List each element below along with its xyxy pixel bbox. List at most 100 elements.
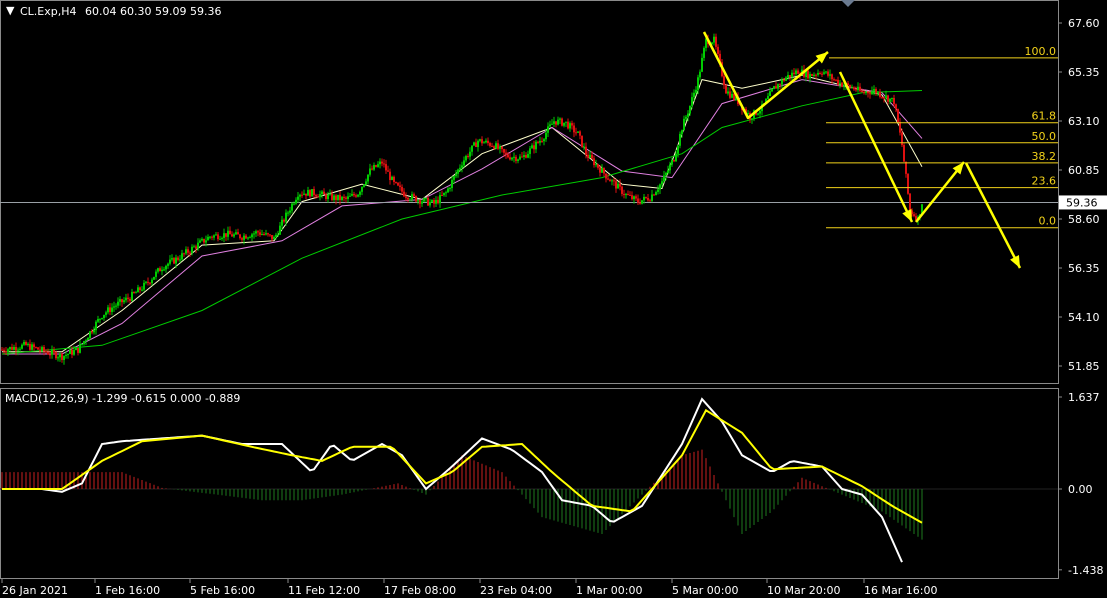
candle-body	[57, 357, 59, 359]
candle-body	[415, 195, 417, 202]
candle-body	[127, 297, 129, 299]
candle-body	[99, 318, 101, 320]
candle-body	[859, 86, 861, 91]
candle-body	[327, 194, 329, 199]
candle-body	[639, 202, 641, 204]
candle-body	[647, 197, 649, 201]
candle-body	[151, 279, 153, 284]
candle-body	[497, 143, 499, 149]
candle-body	[17, 349, 19, 351]
candle-body	[363, 184, 365, 187]
candle-body	[779, 84, 781, 86]
candle-body	[207, 236, 209, 241]
price-tick-label: 56.35	[1068, 262, 1100, 275]
candle-body	[613, 180, 615, 182]
time-tick-label: 17 Feb 08:00	[384, 584, 456, 597]
candle-body	[251, 234, 253, 238]
candle-body	[189, 252, 191, 254]
candle-body	[887, 95, 889, 102]
candle-body	[345, 197, 347, 199]
candle-body	[213, 235, 215, 238]
candle-body	[821, 73, 823, 75]
candle-body	[223, 233, 225, 238]
ohlc-values: 60.04 60.30 59.09 59.36	[85, 5, 221, 18]
macd-pane[interactable]	[0, 388, 1059, 579]
candle-body	[321, 191, 323, 195]
candle-body	[545, 132, 547, 140]
candle-body	[391, 176, 393, 180]
candle-body	[561, 118, 563, 126]
candle-body	[855, 89, 857, 91]
candle-body	[185, 249, 187, 254]
candle-body	[483, 142, 485, 144]
candle-body	[25, 341, 27, 345]
candle-body	[441, 195, 443, 197]
candle-body	[759, 111, 761, 114]
candle-body	[853, 87, 855, 90]
menu-arrow-icon[interactable]: ▼	[6, 4, 15, 17]
candle-body	[547, 126, 549, 133]
candle-body	[393, 176, 395, 182]
candle-body	[877, 91, 879, 94]
candle-body	[725, 85, 727, 94]
candle-body	[445, 192, 447, 194]
candle-body	[81, 343, 83, 345]
candle-body	[785, 77, 787, 81]
candle-body	[325, 194, 327, 199]
candle-body	[905, 161, 907, 174]
candle-body	[669, 164, 671, 171]
candle-body	[259, 232, 261, 235]
candle-body	[83, 341, 85, 344]
price-tick-label: 60.85	[1068, 164, 1100, 177]
candle-body	[353, 193, 355, 196]
candle-body	[677, 145, 679, 154]
candle-body	[571, 123, 573, 126]
candle-body	[829, 74, 831, 76]
candle-body	[665, 172, 667, 176]
candle-body	[3, 349, 5, 352]
candle-body	[229, 230, 231, 235]
candle-body	[71, 349, 73, 355]
candle-body	[9, 347, 11, 350]
candle-body	[813, 74, 815, 77]
candle-body	[503, 149, 505, 153]
candle-body	[1, 349, 3, 351]
candle-body	[481, 139, 483, 144]
trading-chart[interactable]: 100.0 61.8 50.0 38.2 23.6 0.0 67.60 65.35 63.10…	[0, 0, 1107, 598]
candle-body	[565, 121, 567, 123]
candle-body	[427, 197, 429, 206]
candle-body	[809, 74, 811, 79]
candle-body	[843, 85, 845, 87]
candle-body	[253, 233, 255, 235]
candle-body	[411, 194, 413, 200]
candle-body	[135, 292, 137, 294]
current-price-label: 59.36	[1066, 196, 1098, 209]
candle-body	[85, 340, 87, 342]
candle-body	[557, 119, 559, 125]
candle-body	[201, 238, 203, 241]
candle-body	[657, 189, 659, 192]
fib-level-label: 0.0	[1039, 215, 1057, 228]
candle-body	[579, 131, 581, 136]
candle-body	[349, 195, 351, 197]
candle-body	[531, 145, 533, 149]
candle-body	[449, 187, 451, 189]
candle-body	[723, 76, 725, 86]
candle-body	[149, 282, 151, 284]
candle-body	[715, 36, 717, 47]
candle-body	[645, 196, 647, 198]
time-tick-label: 16 Mar 16:00	[864, 584, 937, 597]
candle-body	[893, 97, 895, 105]
candle-body	[381, 161, 383, 164]
candle-body	[385, 164, 387, 171]
candle-body	[7, 349, 9, 353]
candle-body	[437, 199, 439, 204]
candle-body	[849, 85, 851, 88]
candle-body	[21, 344, 23, 349]
candle-body	[551, 123, 553, 125]
candle-body	[875, 89, 877, 94]
symbol-label: CL.Exp,H4	[20, 5, 77, 18]
candle-body	[581, 135, 583, 147]
candle-body	[587, 154, 589, 158]
candle-body	[181, 253, 183, 260]
